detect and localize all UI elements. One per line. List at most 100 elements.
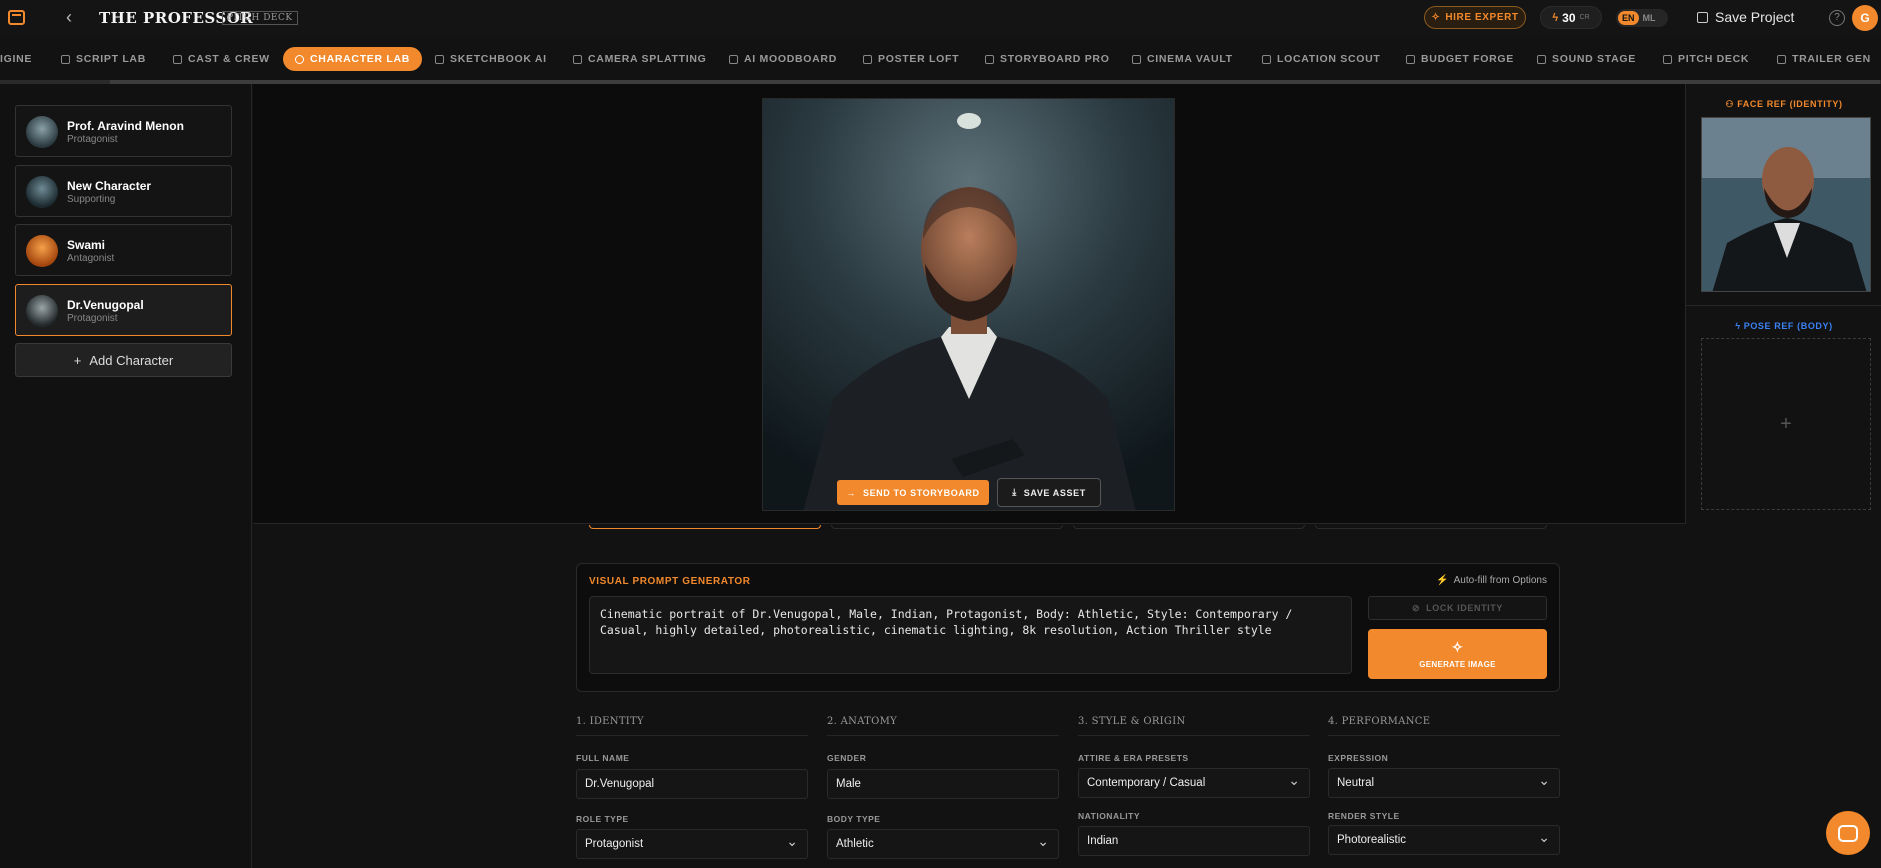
lock-identity-label: LOCK IDENTITY bbox=[1426, 603, 1503, 613]
tab-cinema-vault[interactable]: CINEMA VAULT bbox=[1132, 47, 1233, 71]
face-ref-title: ⚇ FACE REF (IDENTITY) bbox=[1686, 99, 1881, 110]
character-avatar bbox=[26, 295, 58, 327]
attire-label: ATTIRE & ERA PRESETS bbox=[1078, 753, 1189, 763]
hire-expert-button[interactable]: ✧ HIRE EXPERT bbox=[1424, 6, 1526, 29]
wand-icon: ⚡ bbox=[1436, 575, 1449, 586]
generate-image-button[interactable]: ✧ GENERATE IMAGE bbox=[1368, 629, 1547, 679]
add-character-button[interactable]: + Add Character bbox=[15, 343, 232, 377]
autofill-label: Auto-fill from Options bbox=[1453, 575, 1547, 586]
attire-select[interactable]: Contemporary / Casual bbox=[1078, 768, 1310, 798]
magic-wand-icon: ✧ bbox=[1451, 639, 1464, 655]
language-toggle[interactable]: EN ML bbox=[1616, 9, 1668, 27]
character-card[interactable]: New Character Supporting bbox=[15, 165, 232, 217]
save-project-button[interactable]: Save Project bbox=[1697, 9, 1794, 25]
calculator-icon bbox=[1406, 54, 1415, 64]
identity-column: 1. IDENTITY bbox=[576, 716, 808, 736]
section-heading: 2. ANATOMY bbox=[827, 716, 1059, 736]
tab-sketchbook-ai[interactable]: SKETCHBOOK AI bbox=[435, 47, 547, 71]
credits-unit: CR bbox=[1579, 14, 1590, 21]
tab-ai-moodboard[interactable]: AI MOODBOARD bbox=[729, 47, 837, 71]
expression-select[interactable]: Neutral bbox=[1328, 768, 1560, 798]
lock-identity-button[interactable]: ⊘ LOCK IDENTITY bbox=[1368, 596, 1547, 620]
face-ref-label: FACE REF (IDENTITY) bbox=[1737, 99, 1843, 109]
save-project-label: Save Project bbox=[1715, 9, 1795, 25]
anatomy-column: 2. ANATOMY bbox=[827, 716, 1059, 736]
lang-en[interactable]: EN bbox=[1618, 11, 1639, 25]
face-ref-image[interactable] bbox=[1701, 117, 1871, 292]
render-style-select[interactable]: Photorealistic bbox=[1328, 825, 1560, 855]
pose-ref-dropzone[interactable]: + bbox=[1701, 338, 1871, 510]
tab-location-scout[interactable]: LOCATION SCOUT bbox=[1262, 47, 1381, 71]
expression-label: EXPRESSION bbox=[1328, 753, 1389, 763]
character-avatar bbox=[26, 235, 58, 267]
save-asset-label: SAVE ASSET bbox=[1023, 487, 1086, 498]
style-card[interactable] bbox=[1073, 525, 1305, 529]
tab-script-lab[interactable]: SCRIPT LAB bbox=[61, 47, 146, 71]
credits-value: 30 bbox=[1562, 10, 1576, 25]
tab-cast-crew[interactable]: CAST & CREW bbox=[173, 47, 270, 71]
save-asset-button[interactable]: ⤓ SAVE ASSET bbox=[997, 478, 1101, 507]
nationality-input[interactable]: Indian bbox=[1078, 826, 1310, 856]
tab-trailer-gen[interactable]: TRAILER GEN bbox=[1777, 47, 1871, 71]
render-style-label: RENDER STYLE bbox=[1328, 811, 1400, 821]
app-logo-icon[interactable] bbox=[8, 10, 25, 25]
tab-label: SCRIPT LAB bbox=[76, 53, 146, 65]
style-origin-column: 3. STYLE & ORIGIN bbox=[1078, 716, 1310, 736]
tab-label: IGINE bbox=[0, 53, 33, 65]
role-type-label: ROLE TYPE bbox=[576, 814, 629, 824]
reference-panel: ⚇ FACE REF (IDENTITY) ϟ POSE REF (BODY) … bbox=[1685, 84, 1881, 524]
render-style-value: Photorealistic bbox=[1337, 834, 1407, 846]
prompt-textarea[interactable]: Cinematic portrait of Dr.Venugopal, Male… bbox=[589, 596, 1352, 674]
tab-pitch-deck[interactable]: PITCH DECK bbox=[1663, 47, 1749, 71]
tab-label: AI MOODBOARD bbox=[744, 53, 837, 65]
character-name: Swami bbox=[67, 238, 106, 252]
top-bar: ‹ THE PROFESSOR PITCH DECK ✧ HIRE EXPERT… bbox=[0, 0, 1881, 36]
character-card[interactable]: Swami Antagonist bbox=[15, 224, 232, 276]
tab-storyboard-pro[interactable]: STORYBOARD PRO bbox=[985, 47, 1110, 71]
tab-character-lab[interactable]: CHARACTER LAB bbox=[283, 47, 423, 71]
full-name-label: FULL NAME bbox=[576, 753, 630, 763]
body-type-select[interactable]: Athletic bbox=[827, 829, 1059, 859]
gender-input[interactable]: Male bbox=[827, 769, 1059, 799]
character-card-selected[interactable]: Dr.Venugopal Protagonist bbox=[15, 284, 232, 336]
visual-prompt-generator: VISUAL PROMPT GENERATOR ⚡ Auto-fill from… bbox=[576, 563, 1560, 692]
lang-ml[interactable]: ML bbox=[1643, 13, 1656, 23]
tab-label: STORYBOARD PRO bbox=[1000, 53, 1110, 65]
vault-icon bbox=[1132, 54, 1141, 64]
tab-label: BUDGET FORGE bbox=[1421, 53, 1514, 65]
style-card[interactable] bbox=[1315, 525, 1547, 529]
style-card-selected[interactable] bbox=[589, 525, 821, 529]
tab-budget-forge[interactable]: BUDGET FORGE bbox=[1406, 47, 1514, 71]
section-heading: 4. PERFORMANCE bbox=[1328, 716, 1560, 736]
tab-label: POSTER LOFT bbox=[878, 53, 960, 65]
palette-icon bbox=[729, 54, 738, 64]
character-role: Protagonist bbox=[67, 134, 118, 145]
video-icon bbox=[1777, 54, 1786, 64]
tab-poster-loft[interactable]: POSTER LOFT bbox=[863, 47, 959, 71]
tab-engine[interactable]: IGINE bbox=[0, 47, 32, 71]
full-name-input[interactable]: Dr.Venugopal bbox=[576, 769, 808, 799]
tab-sound-stage[interactable]: SOUND STAGE bbox=[1537, 47, 1636, 71]
character-card[interactable]: Prof. Aravind Menon Protagonist bbox=[15, 105, 232, 157]
chat-button[interactable] bbox=[1826, 811, 1870, 855]
plus-icon: + bbox=[73, 352, 82, 368]
tab-label: PITCH DECK bbox=[1678, 53, 1750, 65]
role-type-select[interactable]: Protagonist bbox=[576, 829, 808, 859]
user-avatar[interactable]: G bbox=[1852, 5, 1878, 31]
help-icon[interactable]: ? bbox=[1829, 10, 1845, 26]
tab-label: SKETCHBOOK AI bbox=[450, 53, 547, 65]
tab-label: CAMERA SPLATTING bbox=[588, 53, 707, 65]
character-role: Antagonist bbox=[67, 253, 115, 264]
expression-value: Neutral bbox=[1337, 777, 1375, 789]
chat-icon bbox=[1838, 824, 1858, 842]
send-to-storyboard-button[interactable]: → SEND TO STORYBOARD bbox=[837, 480, 989, 505]
autofill-button[interactable]: ⚡ Auto-fill from Options bbox=[1436, 575, 1547, 586]
activity-icon: ϟ bbox=[1735, 321, 1744, 331]
character-portrait bbox=[762, 98, 1175, 511]
style-card[interactable] bbox=[831, 525, 1063, 529]
nationality-label: NATIONALITY bbox=[1078, 811, 1141, 821]
back-arrow-icon[interactable]: ‹ bbox=[66, 7, 72, 28]
film-icon bbox=[985, 54, 994, 64]
tab-camera-splatting[interactable]: CAMERA SPLATTING bbox=[573, 47, 707, 71]
user-icon: ⚇ bbox=[1725, 99, 1738, 109]
